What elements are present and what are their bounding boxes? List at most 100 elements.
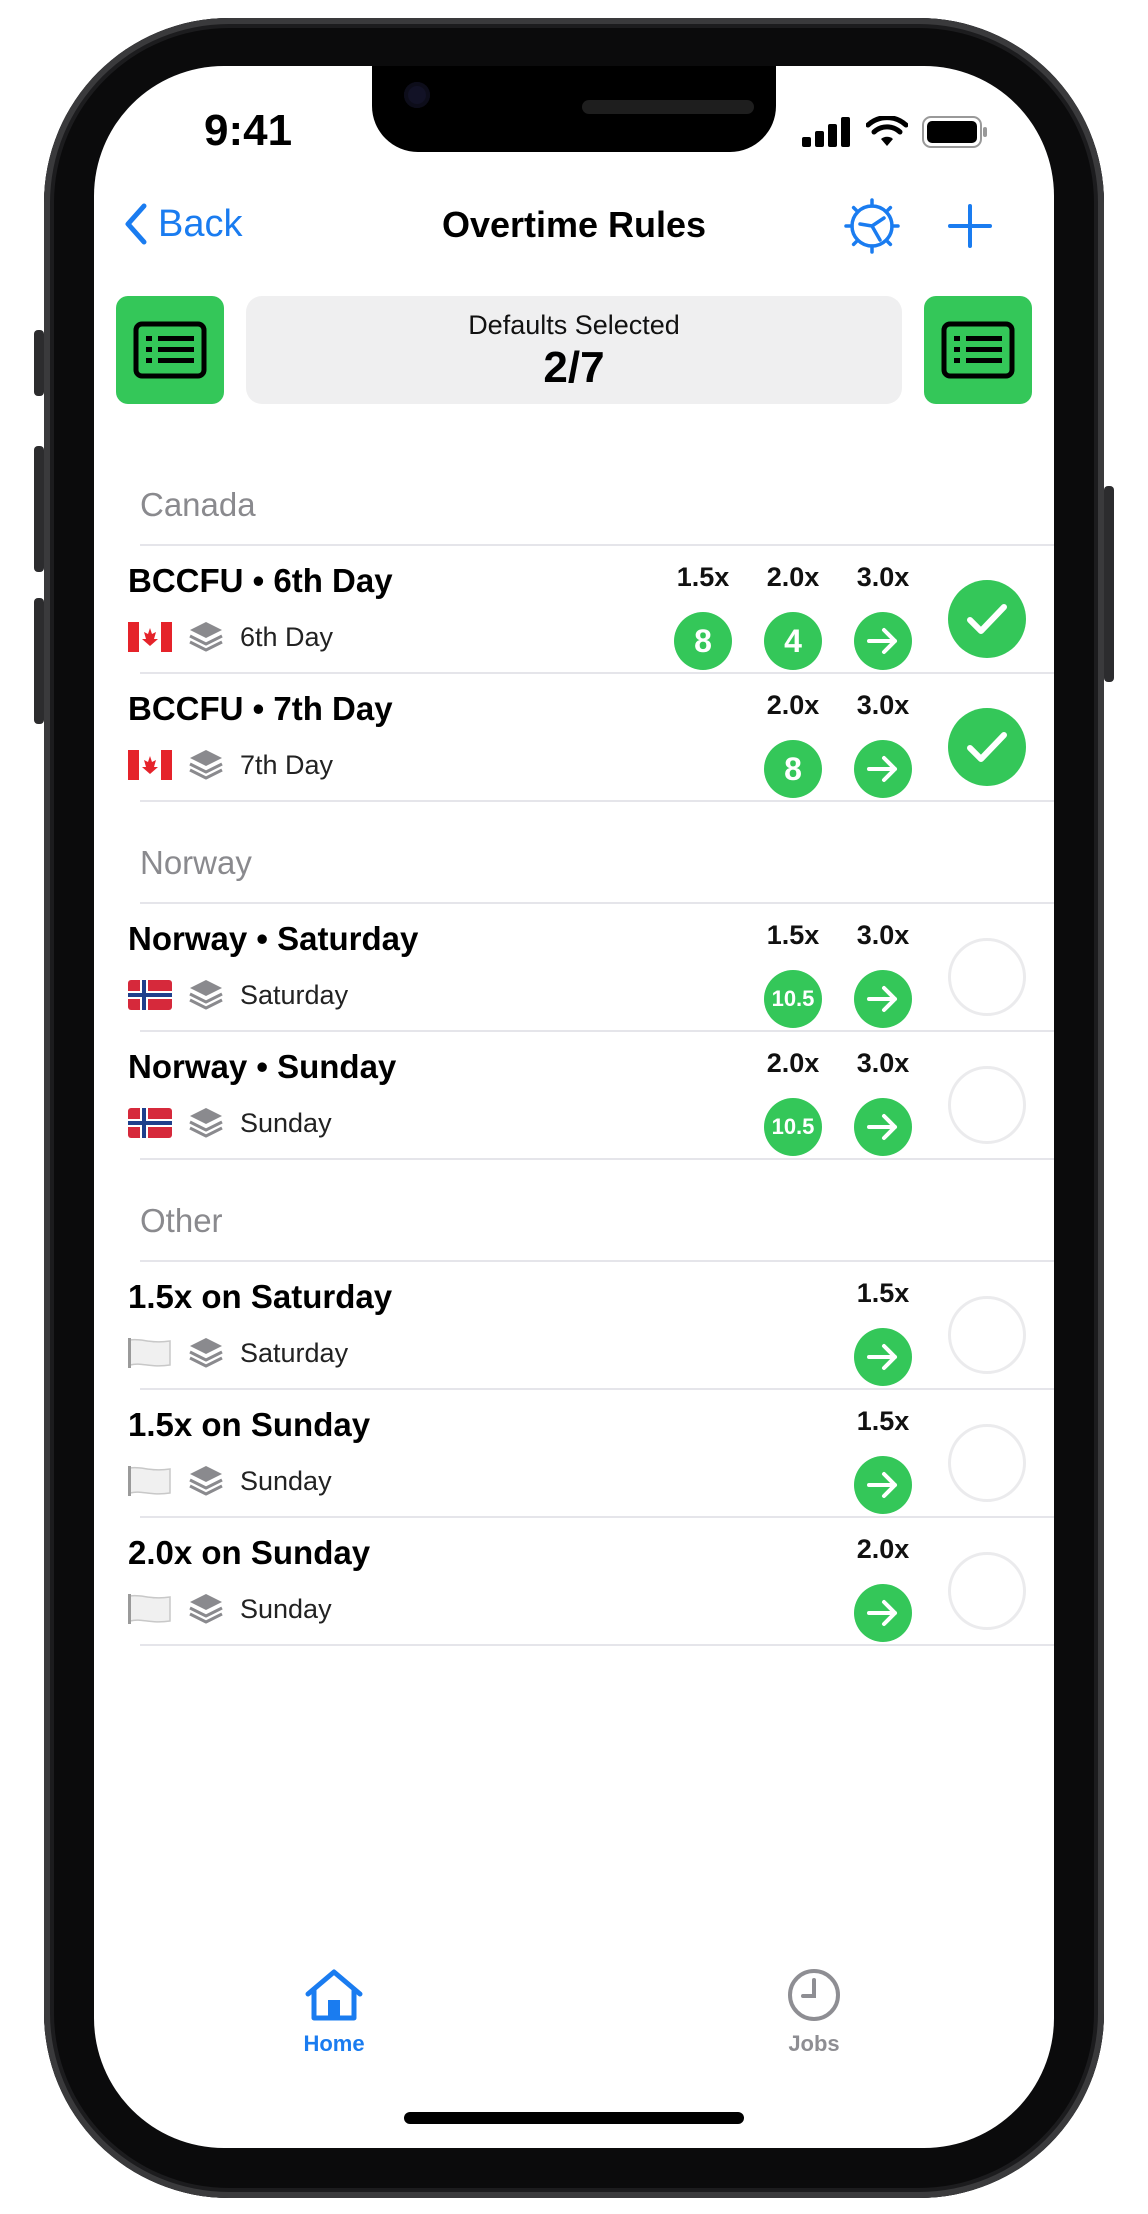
status-time: 9:41 — [204, 106, 293, 155]
arrow-right-icon — [867, 1600, 897, 1626]
multiplier-label: 3.0x — [856, 1048, 910, 1078]
defaults-label: Defaults Selected — [468, 310, 680, 340]
arrow-right-icon — [867, 986, 897, 1012]
clock-icon — [788, 1969, 840, 2021]
multiplier-value-badge[interactable]: 8 — [764, 740, 822, 798]
rule-row[interactable]: BCCFU • 7th Day 7th Day 2.0x 8 3.0x — [94, 672, 1054, 800]
mute-switch — [34, 330, 44, 396]
multiplier-value-badge[interactable] — [854, 1584, 912, 1642]
multiplier-value-badge[interactable] — [854, 1328, 912, 1386]
list-icon — [133, 321, 207, 379]
battery-icon — [922, 116, 987, 148]
defaults-toolbar: Defaults Selected 2/7 — [116, 296, 1032, 404]
multiplier-hours: 8 — [784, 750, 802, 787]
rule-row[interactable]: 1.5x on Saturday Saturday 1.5x — [94, 1260, 1054, 1388]
unselected-circle[interactable] — [948, 1552, 1026, 1630]
section-header: Other — [140, 1202, 223, 1239]
list-right-button[interactable] — [924, 296, 1032, 404]
multiplier-value-badge[interactable] — [854, 740, 912, 798]
multiplier-label: 2.0x — [766, 690, 820, 720]
layers-icon — [189, 622, 223, 652]
divider — [140, 1158, 1054, 1160]
arrow-right-icon — [867, 756, 897, 782]
defaults-count: 2/7 — [543, 343, 605, 392]
arrow-right-icon — [867, 628, 897, 654]
white-flag-icon — [128, 1594, 171, 1624]
rule-row[interactable]: BCCFU • 6th Day 6th Day 1.5x 8 2.0x 4 3.0x — [94, 544, 1054, 672]
unselected-circle[interactable] — [948, 1066, 1026, 1144]
layers-icon — [189, 750, 223, 780]
rule-row[interactable]: 2.0x on Sunday Sunday 2.0x — [94, 1516, 1054, 1644]
home-indicator — [404, 2112, 744, 2124]
rule-day: Saturday — [240, 1337, 349, 1368]
multiplier-value-badge[interactable] — [854, 970, 912, 1028]
multiplier-label: 2.0x — [766, 1048, 820, 1078]
unselected-circle[interactable] — [948, 1296, 1026, 1374]
rule-name: Norway • Saturday — [128, 920, 419, 957]
checkmark-icon — [967, 604, 1007, 634]
rule-day: Sunday — [240, 1107, 332, 1138]
add-rule-button[interactable] — [942, 198, 998, 254]
multiplier-value-badge[interactable]: 4 — [764, 612, 822, 670]
defaults-selected-panel: Defaults Selected 2/7 — [246, 296, 902, 404]
layers-icon — [189, 1466, 223, 1496]
multiplier-value-badge[interactable]: 10.5 — [764, 1098, 822, 1156]
norway-flag-icon — [128, 1108, 172, 1138]
multiplier-value-badge[interactable]: 8 — [674, 612, 732, 670]
arrow-right-icon — [867, 1114, 897, 1140]
speaker-grille — [582, 100, 754, 114]
multiplier-value-badge[interactable] — [854, 612, 912, 670]
tab-jobs[interactable]: Jobs — [744, 1966, 884, 2057]
white-flag-icon — [128, 1466, 171, 1496]
checkmark-icon — [967, 732, 1007, 762]
volume-up-button — [34, 446, 44, 572]
list-left-button[interactable] — [116, 296, 224, 404]
multiplier-label: 1.5x — [856, 1406, 910, 1436]
rule-day: Saturday — [240, 979, 349, 1010]
multiplier-label: 2.0x — [856, 1534, 910, 1564]
unselected-circle[interactable] — [948, 938, 1026, 1016]
multiplier-value-badge[interactable] — [854, 1456, 912, 1514]
rule-name: BCCFU • 6th Day — [128, 562, 393, 599]
multiplier-value-badge[interactable] — [854, 1098, 912, 1156]
section-header: Norway — [140, 844, 252, 881]
volume-down-button — [34, 598, 44, 724]
divider — [140, 1644, 1054, 1646]
multiplier-label: 3.0x — [856, 920, 910, 950]
navigation-bar: Back Overtime Rules — [94, 184, 1054, 264]
list-icon — [941, 321, 1015, 379]
selected-checkmark[interactable] — [948, 708, 1026, 786]
rule-subtitle: Sunday — [128, 1106, 332, 1140]
tab-jobs-label: Jobs — [788, 2031, 840, 2056]
rule-day: 6th Day — [240, 621, 334, 652]
wifi-icon — [866, 116, 908, 146]
rule-day: Sunday — [240, 1465, 332, 1496]
multiplier-hours: 10.5 — [771, 986, 815, 1011]
rule-subtitle: Sunday — [128, 1592, 332, 1626]
multiplier-hours: 4 — [784, 622, 802, 659]
multiplier-label: 2.0x — [766, 562, 820, 592]
unselected-circle[interactable] — [948, 1424, 1026, 1502]
rule-row[interactable]: Norway • Sunday Sunday 2.0x 10.5 3.0x — [94, 1030, 1054, 1158]
tab-bar: Home Jobs — [94, 1966, 1054, 2086]
multiplier-label: 1.5x — [676, 562, 730, 592]
page-title: Overtime Rules — [441, 204, 707, 245]
norway-flag-icon — [128, 980, 172, 1010]
arrow-right-icon — [867, 1344, 897, 1370]
gear-icon[interactable] — [840, 194, 904, 258]
multiplier-label: 1.5x — [856, 1278, 910, 1308]
rule-name: 1.5x on Saturday — [128, 1278, 393, 1315]
rule-row[interactable]: 1.5x on Sunday Sunday 1.5x — [94, 1388, 1054, 1516]
layers-icon — [189, 1108, 223, 1138]
divider — [140, 800, 1054, 802]
rule-row[interactable]: Norway • Saturday Saturday 1.5x 10.5 3.0x — [94, 902, 1054, 1030]
cellular-signal-icon — [802, 117, 850, 147]
canada-flag-icon — [128, 750, 172, 780]
tab-home[interactable]: Home — [264, 1966, 404, 2057]
selected-checkmark[interactable] — [948, 580, 1026, 658]
multiplier-label: 3.0x — [856, 690, 910, 720]
multiplier-hours: 10.5 — [771, 1114, 815, 1139]
rule-day: Sunday — [240, 1593, 332, 1624]
multiplier-value-badge[interactable]: 10.5 — [764, 970, 822, 1028]
rule-subtitle: Sunday — [128, 1464, 332, 1498]
